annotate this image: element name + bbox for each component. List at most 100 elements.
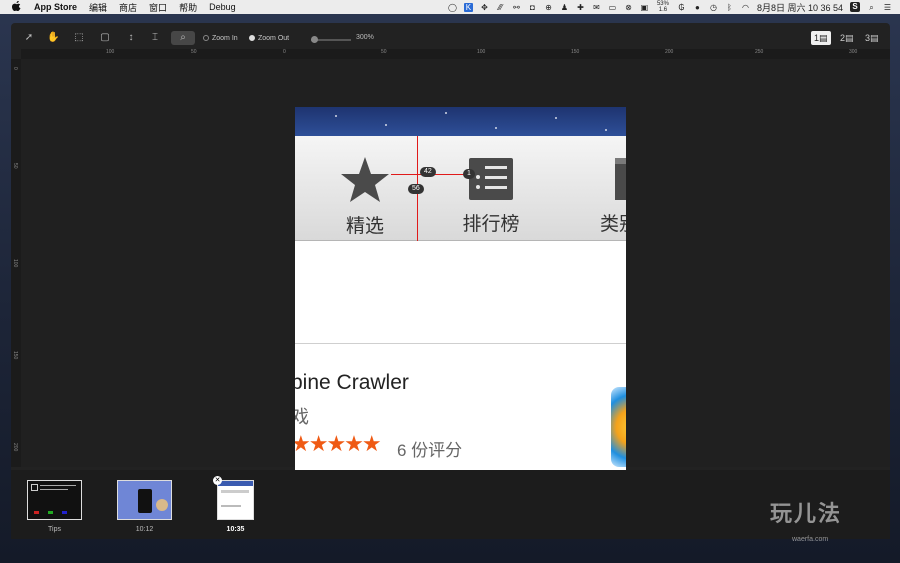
circle-status-icon[interactable]: ◯ xyxy=(448,3,457,12)
magnifier-tool-icon[interactable]: ⌕ xyxy=(171,31,195,45)
folder-stack-icon xyxy=(615,158,626,200)
h-tick: 50 xyxy=(381,49,387,55)
zoom-in-radio[interactable]: Zoom In xyxy=(203,33,238,43)
zoom-out-radio[interactable]: Zoom Out xyxy=(249,33,289,43)
marquee-tool-icon[interactable]: ⬚ xyxy=(73,31,85,45)
layout-3-button[interactable]: 3▤ xyxy=(862,31,882,45)
thumbnail-tips[interactable] xyxy=(27,480,82,520)
h-tick: 150 xyxy=(571,49,580,55)
s-app-icon[interactable]: S xyxy=(850,2,860,12)
tab-featured-label: 精选 xyxy=(345,216,384,237)
tab-categories-label: 类别 xyxy=(599,214,626,235)
move-status-icon[interactable]: ✥ xyxy=(480,3,489,12)
plus-icon[interactable]: ✚ xyxy=(576,3,585,12)
zoom-slider[interactable] xyxy=(311,36,351,43)
zoom-out-radio-dot xyxy=(249,35,255,41)
menubar-clock[interactable]: 8月8日 周六 10 36 54 xyxy=(757,1,843,14)
blue-app-status-icon[interactable]: K xyxy=(463,2,473,12)
app-category: 戏 xyxy=(295,407,309,427)
captured-screen[interactable]: 精选 排行榜 类 42 56 1 pine Crawler 戏 ★★★★★ 6 … xyxy=(295,107,626,489)
star-icon xyxy=(341,157,389,202)
v-tick: 50 xyxy=(12,163,18,169)
network-speed-icon[interactable]: ⁄⁄⁄ xyxy=(496,3,505,12)
tab-ranking[interactable]: 排行榜 xyxy=(451,156,531,236)
menu-edit[interactable]: 编辑 xyxy=(89,1,107,14)
list-icon xyxy=(469,158,513,200)
globe-icon[interactable]: ⊕ xyxy=(544,3,553,12)
zoom-value: 300% xyxy=(356,34,374,41)
canvas-area[interactable]: 精选 排行榜 类 42 56 1 pine Crawler 戏 ★★★★★ 6 … xyxy=(21,59,890,489)
tab-featured[interactable]: 精选 xyxy=(325,156,405,238)
watermark-url: waerfa.com xyxy=(792,536,829,543)
star-dot xyxy=(335,115,337,117)
tabbar-preview xyxy=(221,490,249,493)
zoom-in-label: Zoom In xyxy=(212,34,238,42)
toggle-icon[interactable]: ▭ xyxy=(608,3,617,12)
qq-icon[interactable]: ♟ xyxy=(560,3,569,12)
bluetooth-icon[interactable]: ᛒ xyxy=(725,3,734,12)
rect-tool-icon[interactable]: ▢ xyxy=(99,31,111,45)
star-dot xyxy=(495,127,497,129)
checkbox-icon xyxy=(31,484,38,491)
menu-store[interactable]: 商店 xyxy=(119,1,137,14)
currency-icon[interactable]: ₲ xyxy=(677,3,686,12)
h-tick: 100 xyxy=(106,49,115,55)
layout-2-label: 2 xyxy=(840,33,846,43)
layout-2-button[interactable]: 2▤ xyxy=(837,31,857,45)
close-icon[interactable]: ✕ xyxy=(213,476,222,485)
thumbnail-1012-label: 10:12 xyxy=(135,526,154,533)
pointer-tool-icon[interactable]: ➚ xyxy=(23,31,35,45)
status-area: ◯ K ✥ ⁄⁄⁄ ⚯ ◘ ⊕ ♟ ✚ ✉ ▭ ⊗ ▣ 53% 1.6 ₲ ● … xyxy=(448,0,892,14)
watermark-logo: 玩儿法 xyxy=(770,501,843,526)
battery-percent: 53% 1.6 xyxy=(656,1,669,13)
time-machine-icon[interactable]: ◷ xyxy=(709,3,718,12)
mail-icon[interactable]: ✉ xyxy=(592,3,601,12)
rating-stars: ★★★★★ xyxy=(295,431,382,456)
star-dot xyxy=(605,129,607,131)
measure-height-label: 56 xyxy=(408,184,424,194)
instagram-icon[interactable]: ◘ xyxy=(528,3,537,12)
layout-1-button[interactable]: 1▤ xyxy=(811,31,831,45)
image-preview xyxy=(156,499,168,511)
rating-count: 6 份评分 xyxy=(397,441,463,460)
menu-app-store[interactable]: App Store xyxy=(34,2,77,12)
vertical-measure-icon[interactable]: ↕ xyxy=(125,31,137,45)
color-swatch xyxy=(48,511,53,514)
height-measure-icon[interactable]: ⌶ xyxy=(149,31,161,45)
toolbar: ➚ ✋ ⬚ ▢ ↕ ⌶ ⌕ Zoom In Zoom Out 300% 1▤ 2… xyxy=(11,29,890,47)
zoom-out-label: Zoom Out xyxy=(258,34,290,42)
star-dot xyxy=(385,124,387,126)
color-swatch xyxy=(34,511,39,514)
badge-count: 1 xyxy=(463,169,475,179)
v-tick: 200 xyxy=(12,443,18,452)
thumbnail-1035[interactable] xyxy=(217,480,254,520)
phone-preview xyxy=(138,489,152,513)
menu-window[interactable]: 窗口 xyxy=(149,1,167,14)
history-strip: Tips 10:12 ✕ 10:35 xyxy=(11,470,890,539)
cancel-status-icon[interactable]: ⊗ xyxy=(624,3,633,12)
app-window: ➚ ✋ ⬚ ▢ ↕ ⌶ ⌕ Zoom In Zoom Out 300% 1▤ 2… xyxy=(11,23,890,539)
color-swatch xyxy=(62,511,67,514)
notification-center-icon[interactable]: ☰ xyxy=(883,3,892,12)
zoom-in-radio-dot xyxy=(203,35,209,41)
app-icon[interactable] xyxy=(611,387,626,467)
starry-header xyxy=(295,107,626,136)
thumbnail-1035-label: 10:35 xyxy=(226,526,245,533)
h-tick: 0 xyxy=(283,49,286,55)
apple-menu-icon[interactable] xyxy=(11,0,24,14)
v-tick: 0 xyxy=(12,67,18,70)
thumbnail-1012[interactable] xyxy=(117,480,172,520)
menu-help[interactable]: 帮助 xyxy=(179,1,197,14)
wifi-icon[interactable]: ◠ xyxy=(741,3,750,12)
header-preview xyxy=(218,481,253,486)
spotlight-search-icon[interactable]: ⌕ xyxy=(867,3,876,12)
record-icon[interactable]: ● xyxy=(693,3,702,12)
menu-debug[interactable]: Debug xyxy=(209,2,236,12)
zoom-slider-knob[interactable] xyxy=(311,36,318,43)
hand-tool-icon[interactable]: ✋ xyxy=(47,31,59,45)
tab-categories[interactable]: 类别 xyxy=(579,156,626,236)
v-tick: 150 xyxy=(12,351,18,360)
link-icon[interactable]: ⚯ xyxy=(512,3,521,12)
thumbnail-tips-label: Tips xyxy=(48,526,61,533)
cpu-icon[interactable]: ▣ xyxy=(640,3,649,12)
